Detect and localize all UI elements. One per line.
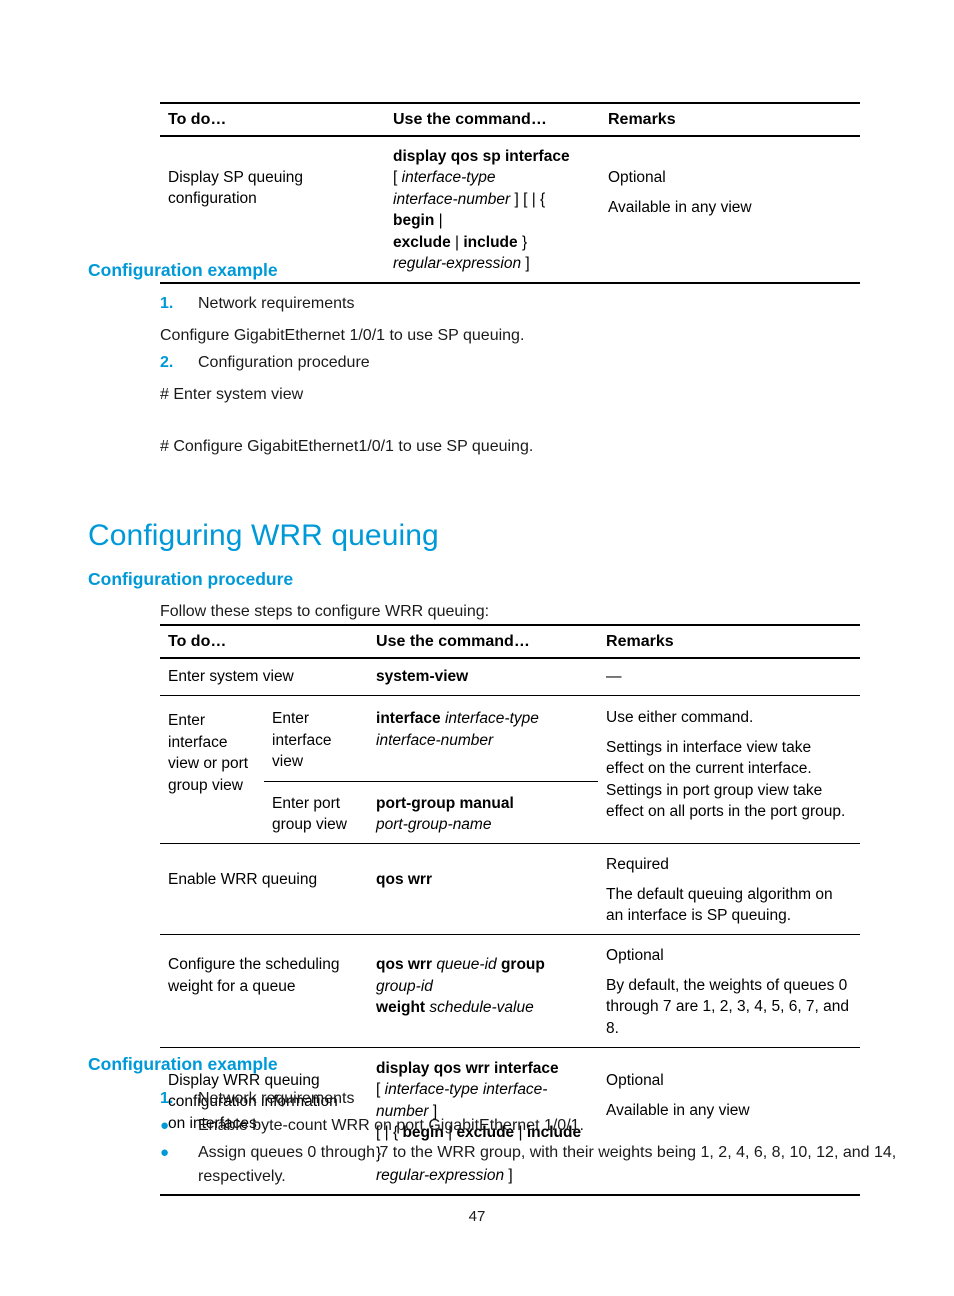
command-name: system-view — [376, 668, 469, 686]
wrr-queuing-table: To do… Use the command… Remarks Enter sy… — [160, 623, 861, 1197]
cell-remarks: Required The default queuing algorithm o… — [598, 843, 861, 935]
command-name: qos wrr — [376, 871, 432, 889]
table-row-enter-system-view: Enter system view system-view — — [160, 658, 860, 696]
cell-command: display qos sp interface [ interface-typ… — [385, 136, 600, 285]
table-row-scheduling-weight: Configure the scheduling weight for a qu… — [160, 934, 861, 1048]
table-row-enter-interface-view: Enter interface view or port group view … — [160, 695, 861, 844]
bullet-text: Enable byte-count WRR on port GigabitEth… — [198, 1117, 584, 1134]
numbered-item-network-requirements-sp: 1. Network requirements — [160, 292, 355, 315]
command-name: display qos sp interface — [393, 148, 570, 166]
remark-line: Optional — [606, 947, 664, 965]
command-keyword-group: group — [500, 956, 545, 974]
cell-command: port-group manual port-group-name — [368, 780, 599, 844]
list-text: Network requirements — [198, 295, 355, 312]
cell-todo: Enter interface view or port group view — [160, 695, 264, 844]
page-number: 47 — [468, 1208, 486, 1225]
cell-remarks: Optional Available in any view — [600, 136, 860, 285]
cell-todo: Configure the scheduling weight for a qu… — [160, 934, 369, 1048]
numbered-item-configuration-procedure-sp: 2. Configuration procedure — [160, 351, 370, 374]
remark-line: Required — [606, 856, 669, 874]
heading-configuration-example-sp: Configuration example — [88, 260, 278, 280]
paragraph-follow-steps: Follow these steps to configure WRR queu… — [160, 603, 490, 620]
command-arg-queue-id: queue-id — [436, 956, 497, 974]
numbered-item-network-requirements-wrr: 1. Network requirements — [160, 1087, 355, 1110]
cell-remarks: Optional By default, the weights of queu… — [598, 934, 861, 1048]
bullet-item-assign-queues: ● Assign queues 0 through 7 to the WRR g… — [160, 1141, 900, 1188]
table-header-row: To do… Use the command… Remarks — [160, 623, 861, 660]
table-row-enable-wrr: Enable WRR queuing qos wrr Required The … — [160, 843, 861, 935]
list-number: 1. — [160, 295, 174, 312]
remark-line: Available in any view — [608, 199, 752, 217]
cell-subtodo-interface-view: Enter interface view — [264, 695, 369, 782]
remark-line: Optional — [608, 169, 666, 187]
command-arg-port-group-name: port-group-name — [376, 815, 492, 833]
heading-configuration-procedure-wrr: Configuration procedure — [88, 569, 294, 589]
command-arg-interface-number: interface-number — [376, 731, 494, 749]
paragraph-enter-system-view: # Enter system view — [160, 386, 304, 403]
column-header-todo: To do… — [160, 623, 369, 660]
remark-line: Optional — [606, 1071, 664, 1089]
list-number: 2. — [160, 354, 174, 371]
command-name: display qos wrr interface — [376, 1059, 559, 1077]
cell-command: system-view — [368, 658, 598, 696]
command-keyword-include: include — [463, 233, 518, 251]
command-arg-schedule-value: schedule-value — [429, 999, 534, 1017]
cell-command: interface interface-type interface-numbe… — [368, 695, 599, 782]
command-name: qos wrr — [376, 956, 432, 974]
command-keyword-exclude: exclude — [393, 233, 451, 251]
cell-remarks: — — [606, 668, 622, 686]
column-header-remarks: Remarks — [598, 623, 861, 660]
list-text: Network requirements — [198, 1090, 355, 1107]
cell-todo: Enter system view — [168, 668, 294, 686]
cell-command: qos wrr — [368, 843, 599, 935]
heading-configuring-wrr-queuing: Configuring WRR queuing — [88, 519, 439, 552]
list-text: Configuration procedure — [198, 354, 370, 371]
table-header-row: To do… Use the command… Remarks — [160, 101, 860, 138]
command-arg-interface-type: interface-type — [401, 169, 496, 187]
heading-configuration-example-wrr: Configuration example — [88, 1054, 278, 1074]
bullet-item-enable-byte-count-wrr: ● Enable byte-count WRR on port GigabitE… — [160, 1114, 900, 1138]
cell-todo: Enable WRR queuing — [160, 843, 369, 935]
paragraph-configure-gige-sp-2: # Configure GigabitEthernet1/0/1 to use … — [160, 438, 534, 455]
list-number: 1. — [160, 1090, 174, 1107]
remark-line: The default queuing algorithm on an inte… — [606, 885, 833, 925]
bullet-text: Assign queues 0 through 7 to the WRR gro… — [198, 1144, 897, 1185]
column-header-command: Use the command… — [385, 101, 600, 138]
remark-line: Use either command. — [606, 709, 754, 727]
command-arg-regular-expression: regular-expression — [393, 254, 522, 272]
bullet-icon: ● — [160, 1117, 170, 1134]
cell-subtodo-port-group-view: Enter port group view — [264, 780, 369, 844]
cell-command: qos wrr queue-id group group-id weight s… — [368, 934, 599, 1048]
remark-line: By default, the weights of queues 0 thro… — [606, 976, 850, 1037]
column-header-remarks: Remarks — [600, 101, 860, 138]
column-header-todo: To do… — [160, 101, 385, 138]
command-keyword-begin: begin — [393, 212, 435, 230]
command-arg-interface-number: interface-number — [393, 190, 511, 208]
command-name: interface — [376, 710, 441, 728]
remark-line: Settings in interface view take effect o… — [606, 738, 846, 820]
command-arg-interface-type: interface-type — [444, 710, 539, 728]
column-header-command: Use the command… — [368, 623, 599, 660]
command-name: port-group manual — [376, 794, 514, 812]
paragraph-configure-gige-sp: Configure GigabitEthernet 1/0/1 to use S… — [160, 327, 525, 344]
command-keyword-weight: weight — [376, 999, 426, 1017]
document-page: To do… Use the command… Remarks Display … — [0, 0, 954, 1296]
bullet-icon: ● — [160, 1144, 170, 1161]
sp-queuing-table: To do… Use the command… Remarks Display … — [160, 101, 860, 285]
cell-remarks: Use either command. Settings in interfac… — [598, 695, 861, 844]
command-arg-group-id: group-id — [376, 977, 433, 995]
